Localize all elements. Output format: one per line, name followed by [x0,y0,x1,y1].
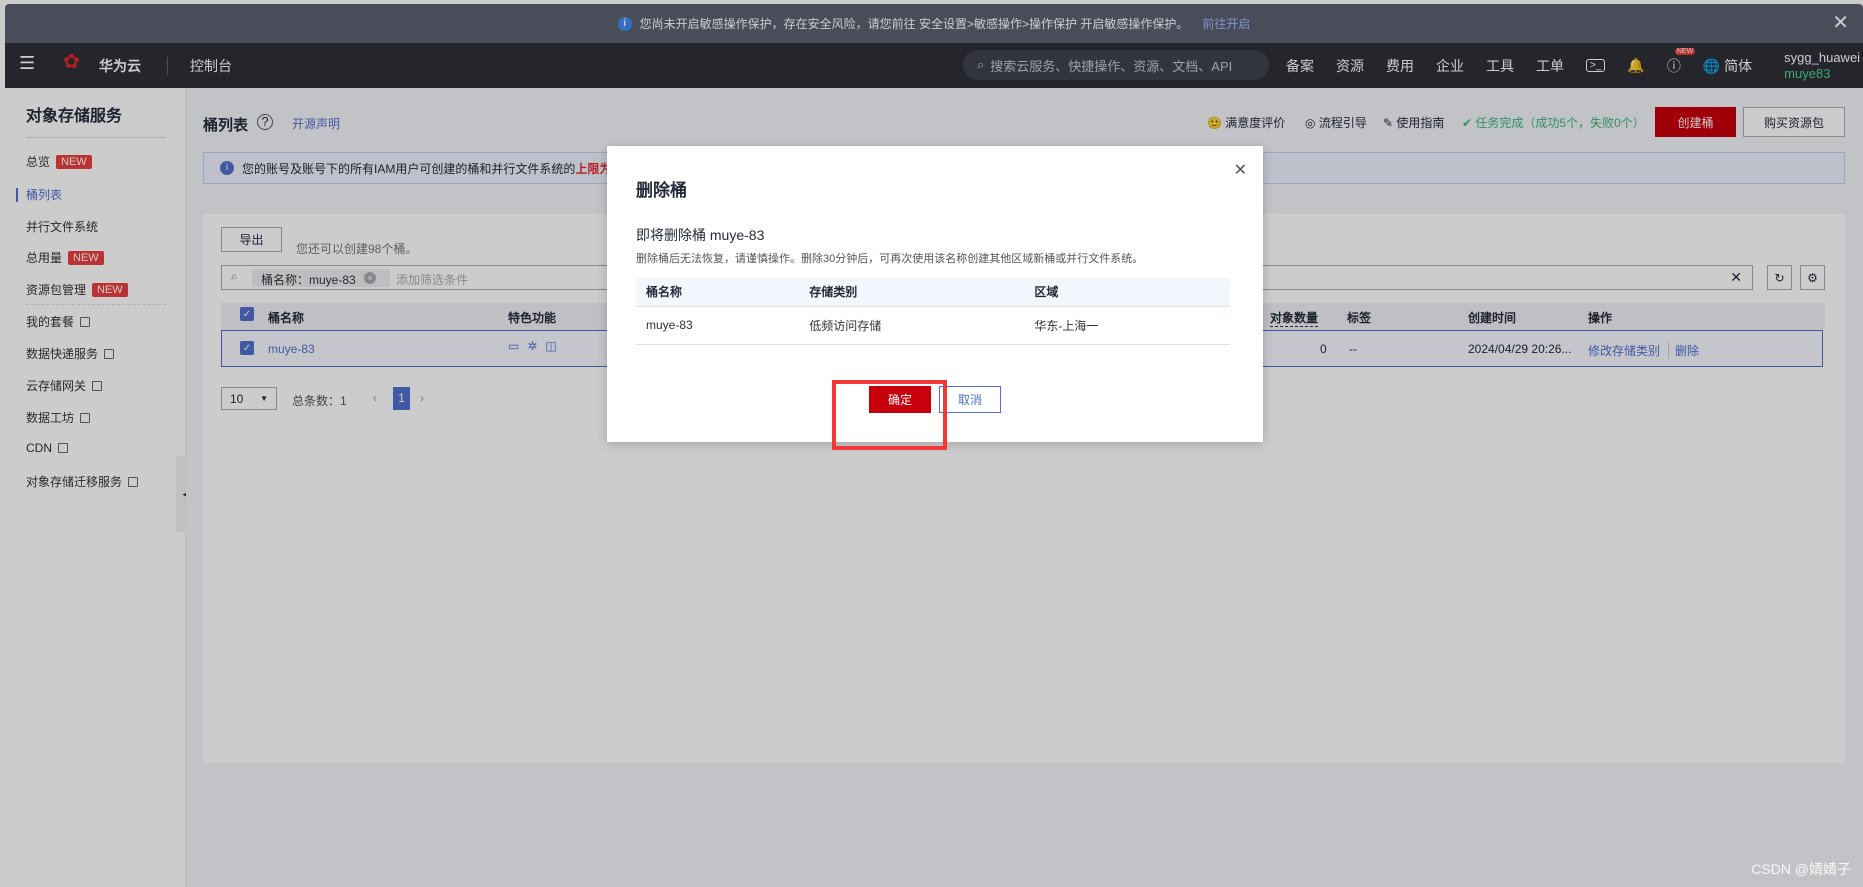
dialog-description: 删除桶后无法恢复，请谨慎操作。删除30分钟后，可再次使用该名称创建其他区域新桶或… [636,253,1144,265]
watermark: CSDN @婧婧子 [1751,861,1851,877]
close-icon[interactable]: ✕ [1234,160,1247,180]
cancel-button[interactable]: 取消 [939,386,1001,413]
dialog-subtitle: 即将删除桶 muye-83 [636,227,765,243]
highlight-box [832,380,947,450]
dialog-table: 桶名称 存储类别 区域 muye-83 低频访问存储 华东-上海一 [636,278,1230,345]
dialog-title: 删除桶 [636,181,687,200]
